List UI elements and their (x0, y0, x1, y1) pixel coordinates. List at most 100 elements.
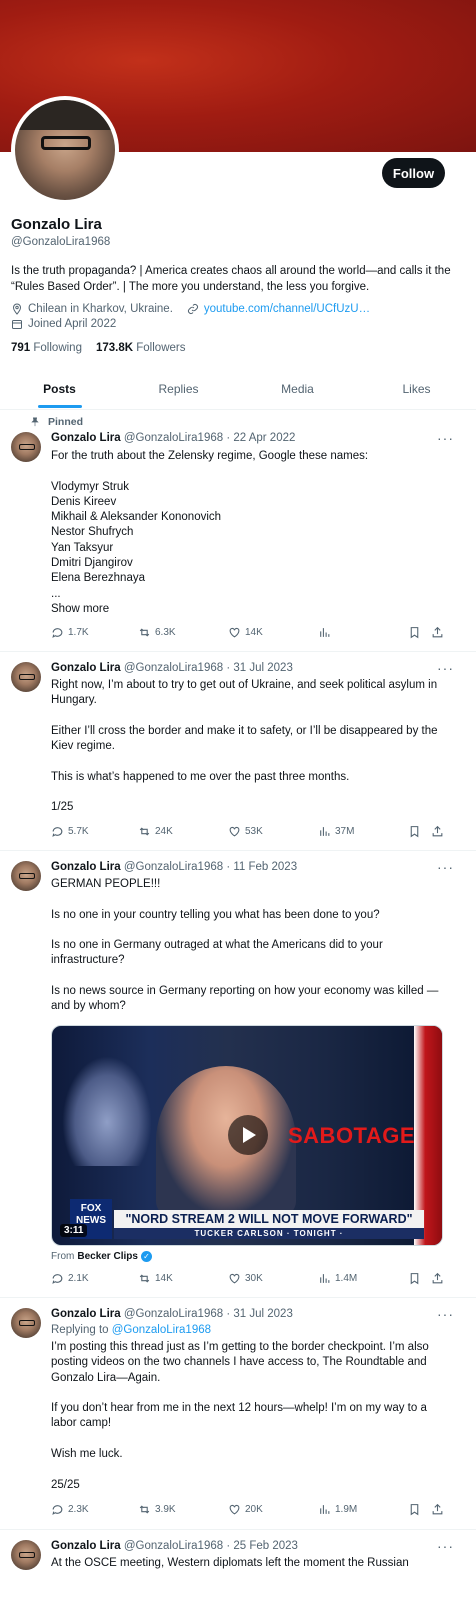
author-handle[interactable]: @GonzaloLira1968 (124, 662, 223, 674)
avatar[interactable] (11, 1308, 41, 1338)
author-handle[interactable]: @GonzaloLira1968 (124, 1540, 223, 1552)
author-name[interactable]: Gonzalo Lira (51, 662, 121, 674)
repost-button[interactable]: 14K (138, 1272, 173, 1285)
bookmark-button[interactable] (408, 1272, 421, 1285)
video-caption: SABOTAGE (288, 1123, 416, 1148)
heart-icon (229, 826, 240, 837)
post-date[interactable]: · 31 Jul 2023 (226, 662, 293, 674)
post-text: For the truth about the Zelensky regime,… (51, 450, 369, 600)
reply-button[interactable]: 2.3K (51, 1503, 89, 1516)
heart-icon (229, 1273, 240, 1284)
video-player[interactable]: SABOTAGE FOX NEWS "NORD STREAM 2 WILL NO… (51, 1025, 443, 1246)
show-more-link[interactable]: Show more (51, 602, 451, 617)
like-button[interactable]: 20K (228, 1503, 263, 1516)
author-name[interactable]: Gonzalo Lira (51, 1308, 121, 1320)
post-text: Right now, I’m about to try to get out o… (51, 679, 438, 814)
post-date[interactable]: · 11 Feb 2023 (226, 861, 297, 873)
author-name[interactable]: Gonzalo Lira (51, 432, 121, 444)
post-date[interactable]: · 22 Apr 2022 (226, 432, 295, 444)
views-button[interactable] (318, 626, 335, 639)
profile-avatar[interactable] (11, 96, 119, 204)
author-handle[interactable]: @GonzaloLira1968 (124, 861, 223, 873)
post-1[interactable]: Gonzalo Lira @GonzaloLira1968 · 22 Apr 2… (0, 410, 476, 652)
location: Chilean in Kharkov, Ukraine. (11, 303, 173, 315)
like-button[interactable]: 30K (228, 1272, 263, 1285)
post-2[interactable]: Gonzalo Lira @GonzaloLira1968 · 31 Jul 2… (0, 652, 476, 851)
avatar[interactable] (11, 861, 41, 891)
post-actions: 5.7K 24K 53K 37M (51, 825, 446, 843)
replying-to: Replying to @GonzaloLira1968 (51, 1324, 212, 1336)
tab-media[interactable]: Media (238, 372, 357, 409)
more-icon[interactable]: ··· (437, 430, 454, 446)
tab-likes[interactable]: Likes (357, 372, 476, 409)
post-header: Gonzalo Lira @GonzaloLira1968 · 22 Apr 2… (51, 432, 295, 444)
bookmark-button[interactable] (408, 1503, 421, 1516)
following-link[interactable]: 791 Following (11, 342, 82, 354)
reply-button[interactable]: 5.7K (51, 825, 89, 838)
profile-meta: Chilean in Kharkov, Ukraine. youtube.com… (11, 303, 370, 315)
repost-icon (139, 1274, 150, 1283)
post-actions: 2.1K 14K 30K 1.4M (51, 1272, 446, 1290)
heart-icon (229, 627, 240, 638)
author-handle[interactable]: @GonzaloLira1968 (124, 1308, 223, 1320)
bookmark-button[interactable] (408, 825, 421, 838)
repost-button[interactable]: 24K (138, 825, 173, 838)
like-button[interactable]: 14K (228, 626, 263, 639)
share-button[interactable] (431, 825, 444, 838)
share-button[interactable] (431, 626, 444, 639)
tab-replies[interactable]: Replies (119, 372, 238, 409)
avatar[interactable] (11, 662, 41, 692)
website[interactable]: youtube.com/channel/UCfUzU… (187, 303, 370, 315)
avatar[interactable] (11, 432, 41, 462)
followers-link[interactable]: 173.8K Followers (96, 342, 186, 354)
reply-button[interactable]: 1.7K (51, 626, 89, 639)
share-icon (432, 1503, 443, 1515)
bookmark-icon (410, 1504, 419, 1516)
post-header: Gonzalo Lira @GonzaloLira1968 · 31 Jul 2… (51, 1308, 293, 1320)
more-icon[interactable]: ··· (437, 1306, 454, 1322)
tab-posts[interactable]: Posts (0, 372, 119, 409)
author-handle[interactable]: @GonzaloLira1968 (124, 432, 223, 444)
follow-button[interactable]: Follow (382, 158, 445, 188)
post-actions: 1.7K 6.3K 14K (51, 626, 446, 644)
views-button[interactable]: 37M (318, 825, 354, 838)
post-header: Gonzalo Lira @GonzaloLira1968 · 25 Feb 2… (51, 1540, 298, 1552)
repost-icon (139, 628, 150, 637)
post-header: Gonzalo Lira @GonzaloLira1968 · 31 Jul 2… (51, 662, 293, 674)
website-link[interactable]: youtube.com/channel/UCfUzU… (204, 303, 370, 315)
repost-button[interactable]: 6.3K (138, 626, 176, 639)
post-date[interactable]: · 25 Feb 2023 (226, 1540, 298, 1552)
repost-icon (139, 827, 150, 836)
avatar[interactable] (11, 1540, 41, 1570)
share-button[interactable] (431, 1272, 444, 1285)
verified-icon: ✓ (140, 1251, 152, 1262)
source-name[interactable]: Becker Clips (77, 1251, 138, 1262)
views-icon (320, 827, 330, 836)
play-icon[interactable] (228, 1115, 268, 1155)
more-icon[interactable]: ··· (437, 660, 454, 676)
share-icon (432, 825, 443, 837)
post-5[interactable]: Gonzalo Lira @GonzaloLira1968 · 25 Feb 2… (0, 1530, 476, 1600)
reply-icon (52, 628, 63, 638)
views-button[interactable]: 1.4M (318, 1272, 357, 1285)
heart-icon (229, 1504, 240, 1515)
more-icon[interactable]: ··· (437, 1538, 454, 1554)
calendar-icon (12, 320, 22, 329)
author-name[interactable]: Gonzalo Lira (51, 861, 121, 873)
bookmark-button[interactable] (408, 626, 421, 639)
repost-button[interactable]: 3.9K (138, 1503, 176, 1516)
share-button[interactable] (431, 1503, 444, 1516)
replying-to-handle[interactable]: @GonzaloLira1968 (112, 1324, 211, 1336)
location-text: Chilean in Kharkov, Ukraine. (28, 303, 173, 315)
author-name[interactable]: Gonzalo Lira (51, 1540, 121, 1552)
post-4[interactable]: Gonzalo Lira @GonzaloLira1968 · 31 Jul 2… (0, 1298, 476, 1530)
like-button[interactable]: 53K (228, 825, 263, 838)
post-text: At the OSCE meeting, Western diplomats l… (51, 1557, 409, 1569)
video-source[interactable]: From Becker Clips ✓ (51, 1251, 152, 1262)
post-header: Gonzalo Lira @GonzaloLira1968 · 11 Feb 2… (51, 861, 297, 873)
views-button[interactable]: 1.9M (318, 1503, 357, 1516)
post-date[interactable]: · 31 Jul 2023 (226, 1308, 293, 1320)
reply-button[interactable]: 2.1K (51, 1272, 89, 1285)
share-icon (432, 626, 443, 638)
more-icon[interactable]: ··· (437, 859, 454, 875)
